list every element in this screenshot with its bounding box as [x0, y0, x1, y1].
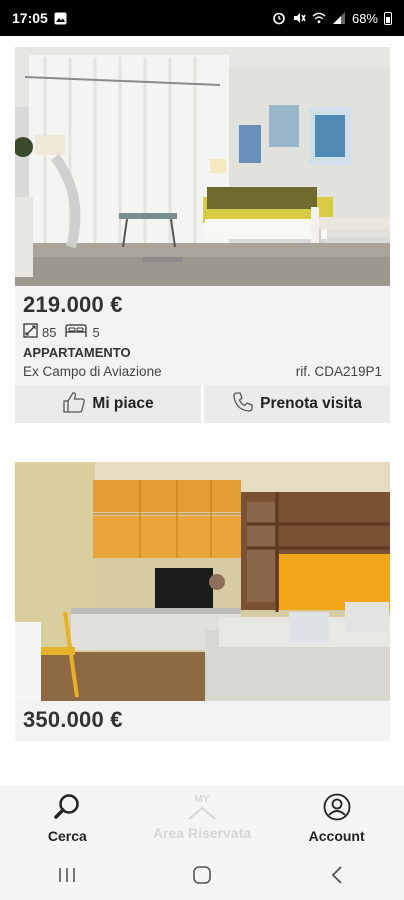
- mute-icon: [292, 11, 306, 25]
- battery-icon: [384, 11, 392, 25]
- listing-actions: Mi piace Prenota visita: [15, 385, 390, 423]
- listing-card[interactable]: 350.000 €: [15, 462, 390, 741]
- tab-search-label: Cerca: [47, 827, 87, 844]
- recent-apps-icon[interactable]: [37, 855, 97, 895]
- location-row: Ex Campo di Aviazione rif. CDA219P1: [23, 364, 382, 379]
- listing-type: APPARTAMENTO: [23, 345, 131, 360]
- beds-spec: 5: [64, 323, 100, 341]
- tab-reserved-area-label: Area Riservata: [152, 825, 252, 841]
- tab-search[interactable]: Cerca: [2, 793, 132, 844]
- system-nav-bar: [0, 850, 404, 900]
- app-screen: 17:05 68% 219.000 € 85 5 APPARTAMENTO Ex…: [0, 0, 404, 900]
- back-icon[interactable]: [307, 855, 367, 895]
- status-bar: 17:05 68%: [0, 0, 404, 36]
- status-time: 17:05: [12, 10, 48, 26]
- my-area-badge: MY: [194, 794, 210, 805]
- battery-percent: 68%: [351, 10, 378, 26]
- listing-reference: rif. CDA219P1: [295, 364, 382, 379]
- listing-specs: 85 5: [23, 323, 382, 341]
- thumbs-up-icon: [62, 391, 86, 418]
- listing-photo[interactable]: [15, 462, 390, 701]
- tab-account-label: Account: [308, 827, 365, 844]
- alarm-icon: [272, 11, 286, 25]
- phone-icon: [232, 391, 254, 418]
- wifi-icon: [312, 11, 326, 25]
- listing-info: 219.000 € 85 5 APPARTAMENTO Ex Campo di: [15, 286, 390, 385]
- area-value: 85: [42, 324, 57, 340]
- bottom-tab-bar: Cerca MY Area Riservata Account: [0, 786, 404, 850]
- book-visit-button[interactable]: Prenota visita: [204, 385, 390, 423]
- tab-reserved-area[interactable]: MY Area Riservata: [137, 795, 267, 842]
- area-spec: 85: [23, 323, 56, 341]
- listing-price: 219.000 €: [23, 292, 123, 317]
- listing-photo[interactable]: [15, 47, 390, 286]
- bed-icon: [64, 323, 88, 341]
- book-visit-label: Prenota visita: [260, 395, 362, 412]
- tab-account[interactable]: Account: [272, 793, 402, 844]
- account-icon: [323, 793, 351, 824]
- listing-info: 350.000 €: [15, 701, 390, 741]
- like-label: Mi piace: [92, 395, 154, 412]
- like-button[interactable]: Mi piace: [15, 385, 201, 423]
- listing-price: 350.000 €: [23, 707, 123, 732]
- search-icon: [53, 793, 81, 824]
- signal-icon: [332, 11, 346, 25]
- area-icon: [23, 323, 38, 341]
- listing-card[interactable]: 219.000 € 85 5 APPARTAMENTO Ex Campo di: [15, 47, 390, 423]
- listing-location: Ex Campo di Aviazione: [23, 364, 162, 379]
- gallery-notification-icon: [54, 11, 68, 25]
- home-icon[interactable]: [172, 855, 232, 895]
- beds-value: 5: [92, 324, 100, 340]
- my-area-icon: MY: [187, 795, 217, 821]
